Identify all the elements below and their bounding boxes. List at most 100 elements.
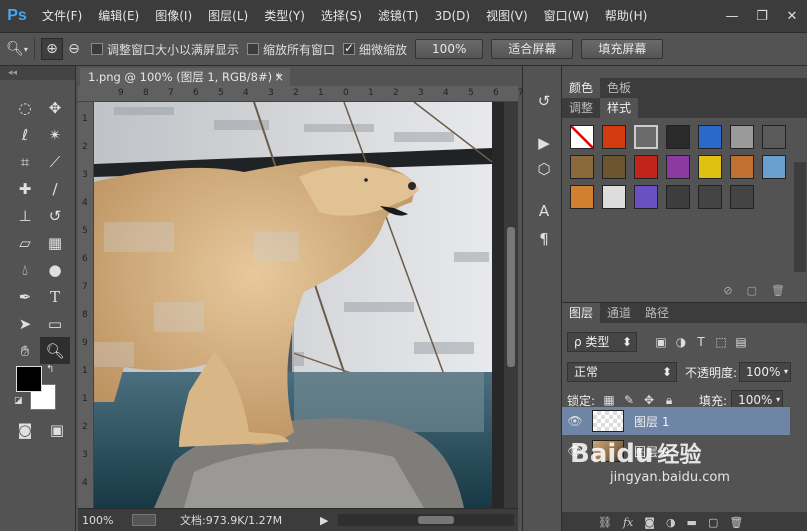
- layer-style-icon[interactable]: fx: [623, 516, 633, 529]
- menu-type[interactable]: 类型(Y): [256, 0, 313, 32]
- menu-layer[interactable]: 图层(L): [200, 0, 256, 32]
- menu-view[interactable]: 视图(V): [478, 0, 536, 32]
- restore-button[interactable]: ❐: [747, 0, 777, 32]
- checkbox-box-checked[interactable]: [343, 41, 356, 55]
- screen-mode-icon[interactable]: ▣: [42, 418, 72, 442]
- clear-style-icon[interactable]: ⊘: [723, 284, 732, 297]
- tab-adjustments[interactable]: 调整: [562, 98, 600, 118]
- menu-window[interactable]: 窗口(W): [536, 0, 597, 32]
- document-canvas[interactable]: [94, 102, 504, 508]
- new-group-icon[interactable]: ▬: [687, 516, 697, 529]
- document-info[interactable]: 文档:973.9K/1.27M: [180, 512, 320, 528]
- styles-scrollbar[interactable]: [794, 162, 806, 272]
- style-swatch[interactable]: [570, 155, 594, 179]
- delete-layer-icon[interactable]: 🗑︎: [729, 516, 743, 529]
- style-swatch[interactable]: [730, 125, 754, 149]
- zoom-level[interactable]: 100%: [82, 514, 132, 527]
- filter-type-icon[interactable]: T: [691, 332, 711, 352]
- 3d-panel-icon[interactable]: ⬡: [533, 158, 555, 180]
- opacity-input[interactable]: 100% ▾: [739, 362, 792, 382]
- actual-pixels-button[interactable]: 100%: [415, 39, 484, 59]
- fill-screen-button[interactable]: 填充屏幕: [581, 39, 664, 59]
- pen-tool-icon[interactable]: ✒: [10, 283, 40, 310]
- style-swatch[interactable]: [666, 155, 690, 179]
- canvas-vertical-scrollbar[interactable]: [504, 102, 518, 508]
- style-swatch[interactable]: [730, 185, 754, 209]
- style-swatch[interactable]: [602, 125, 626, 149]
- layer-filter-dropdown[interactable]: ρ 类型 ⬍: [567, 332, 637, 352]
- horizontal-scrollbar[interactable]: [338, 514, 514, 526]
- status-preview-icon[interactable]: [132, 514, 156, 526]
- style-swatch[interactable]: [666, 185, 690, 209]
- style-swatch[interactable]: [634, 125, 658, 149]
- tab-paths[interactable]: 路径: [638, 303, 676, 323]
- style-swatch[interactable]: [634, 185, 658, 209]
- menu-3d[interactable]: 3D(D): [427, 0, 478, 32]
- history-brush-tool-icon[interactable]: ↺: [40, 202, 70, 229]
- tab-styles[interactable]: 样式: [600, 98, 639, 118]
- menu-help[interactable]: 帮助(H): [597, 0, 655, 32]
- menu-select[interactable]: 选择(S): [313, 0, 370, 32]
- style-swatch[interactable]: [570, 185, 594, 209]
- tab-color[interactable]: 颜色: [562, 78, 601, 98]
- style-swatch[interactable]: [698, 185, 722, 209]
- lasso-tool-icon[interactable]: ℓ: [10, 121, 40, 148]
- minimize-button[interactable]: —: [717, 0, 747, 32]
- zoom-tool-icon[interactable]: 🔍︎: [40, 337, 70, 364]
- eye-icon[interactable]: 👁︎: [562, 414, 588, 428]
- horizontal-ruler[interactable]: 987654321012345678: [78, 86, 549, 102]
- blur-tool-icon[interactable]: 💧︎: [10, 256, 40, 283]
- blend-mode-dropdown[interactable]: 正常 ⬍: [567, 362, 677, 382]
- scrollbar-thumb[interactable]: [507, 227, 515, 367]
- healing-brush-tool-icon[interactable]: ✚: [10, 175, 40, 202]
- tab-swatches[interactable]: 色板: [600, 78, 638, 98]
- menu-image[interactable]: 图像(I): [147, 0, 200, 32]
- move-tool-icon[interactable]: ✥: [40, 94, 70, 121]
- menu-filter[interactable]: 滤镜(T): [370, 0, 427, 32]
- filter-shape-icon[interactable]: ⬚: [711, 332, 731, 352]
- foreground-color-swatch[interactable]: [16, 366, 42, 392]
- close-document-icon[interactable]: ×: [274, 68, 284, 86]
- clone-stamp-tool-icon[interactable]: ⊥: [10, 202, 40, 229]
- style-swatch[interactable]: [602, 155, 626, 179]
- zoom-in-icon[interactable]: ⊕: [41, 38, 63, 60]
- brush-tool-icon[interactable]: ∕: [40, 175, 70, 202]
- filter-smart-object-icon[interactable]: ▤: [731, 332, 751, 352]
- document-tab[interactable]: 1.png @ 100% (图层 1, RGB/8#) * ×: [80, 68, 290, 86]
- crop-tool-icon[interactable]: ⌗: [10, 148, 40, 175]
- menu-edit[interactable]: 编辑(E): [90, 0, 147, 32]
- dodge-tool-icon[interactable]: ●: [40, 256, 70, 283]
- history-panel-icon[interactable]: ↺: [533, 90, 555, 112]
- zoom-tool-preset-icon[interactable]: 🔍︎ ▾: [6, 38, 28, 60]
- menu-file[interactable]: 文件(F): [34, 0, 90, 32]
- path-selection-tool-icon[interactable]: ➤: [10, 310, 40, 337]
- style-swatch[interactable]: [762, 125, 786, 149]
- eraser-tool-icon[interactable]: ▱: [10, 229, 40, 256]
- actions-panel-icon[interactable]: ▶: [533, 132, 555, 154]
- resize-windows-checkbox[interactable]: 调整窗口大小以满屏显示: [91, 41, 239, 58]
- vertical-ruler[interactable]: 1 2 3 4 5 6 7 8 9 1 1 2 3 4: [78, 102, 94, 508]
- zoom-out-icon[interactable]: ⊖: [63, 38, 85, 60]
- style-swatch[interactable]: [666, 125, 690, 149]
- marquee-tool-icon[interactable]: ◌: [10, 94, 40, 121]
- paragraph-panel-icon[interactable]: ¶: [533, 228, 555, 250]
- type-tool-icon[interactable]: T: [40, 283, 70, 310]
- hand-tool-icon[interactable]: ✋︎: [10, 337, 40, 364]
- style-swatch[interactable]: [730, 155, 754, 179]
- default-colors-icon[interactable]: ◪: [14, 396, 23, 406]
- add-mask-icon[interactable]: ◙: [644, 516, 655, 529]
- eyedropper-tool-icon[interactable]: ⟋: [40, 148, 70, 175]
- checkbox-box[interactable]: [91, 43, 103, 55]
- zoom-all-windows-checkbox[interactable]: 缩放所有窗口: [247, 41, 335, 58]
- delete-style-icon[interactable]: 🗑︎: [771, 284, 785, 297]
- quick-mask-icon[interactable]: ◙: [10, 418, 40, 442]
- filter-pixel-icon[interactable]: ▣: [651, 332, 671, 352]
- character-panel-icon[interactable]: A: [533, 200, 555, 222]
- style-swatch[interactable]: [602, 185, 626, 209]
- filter-adjustment-icon[interactable]: ◑: [671, 332, 691, 352]
- scrubby-zoom-checkbox[interactable]: 细微缩放: [343, 41, 407, 58]
- magic-wand-tool-icon[interactable]: ✴: [40, 121, 70, 148]
- rectangle-tool-icon[interactable]: ▭: [40, 310, 70, 337]
- panel-grip[interactable]: ◂◂: [0, 66, 75, 80]
- close-button[interactable]: ✕: [777, 0, 807, 32]
